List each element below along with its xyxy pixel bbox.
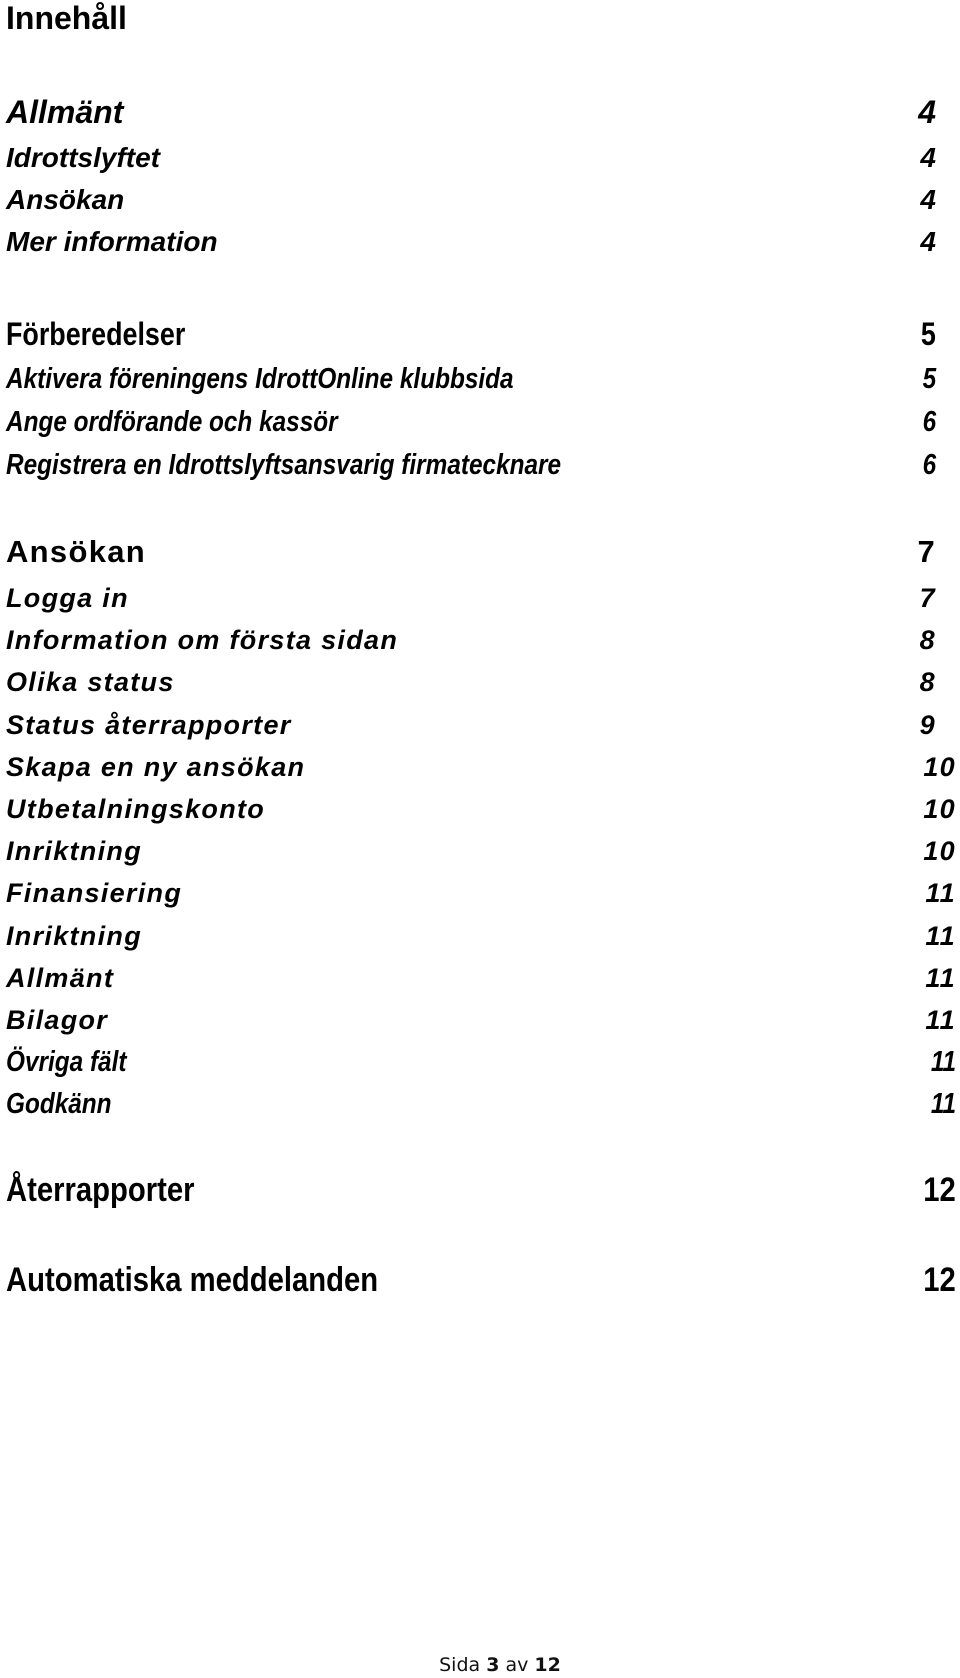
toc-label: Ansökan [6, 184, 125, 215]
toc-page-number: 9 [919, 710, 936, 740]
toc-label: Förberedelser [6, 316, 186, 352]
toc-item[interactable]: Ansökan 4 [6, 180, 958, 220]
toc-page-number: 6 [922, 449, 936, 481]
toc-label: Allmänt [6, 94, 124, 130]
toc-label: Skapa en ny ansökan [6, 752, 306, 782]
toc-page-number: 4 [920, 142, 936, 173]
toc-page-number: 10 [923, 836, 956, 866]
toc-page-number: 12 [923, 1261, 956, 1299]
toc-page-number: 4 [918, 94, 936, 130]
toc-label: Idrottslyftet [6, 142, 160, 173]
toc-label: Status återrapporter [6, 710, 292, 740]
toc-page-number: 11 [925, 1005, 956, 1035]
toc-item[interactable]: Olika status 8 [6, 662, 958, 702]
toc-page-number: 12 [923, 1171, 956, 1209]
toc-item[interactable]: Information om första sidan 8 [6, 620, 958, 660]
toc-label: Godkänn [6, 1088, 112, 1120]
toc-page-number: 11 [930, 1088, 956, 1120]
footer-current-page: 3 [486, 1654, 500, 1676]
toc-page-number: 7 [919, 583, 936, 613]
toc-page-number: 11 [925, 921, 956, 951]
toc-heading-ansokan[interactable]: Ansökan 7 [6, 532, 958, 572]
toc-page-number: 11 [925, 963, 956, 993]
toc-page-number: 5 [922, 363, 936, 395]
toc-label: Registrera en Idrottslyftsansvarig firma… [6, 449, 562, 481]
toc-label: Ange ordförande och kassör [6, 406, 338, 438]
toc-label: Allmänt [6, 963, 115, 993]
toc-item[interactable]: Bilagor 11 [6, 1000, 958, 1040]
toc-item[interactable]: Ange ordförande och kassör 6 [6, 402, 958, 442]
toc-label: Mer information [6, 226, 218, 257]
toc-item[interactable]: Finansiering 11 [6, 873, 958, 913]
toc-item[interactable]: Inriktning 11 [6, 916, 958, 956]
footer-separator: av [505, 1654, 529, 1676]
toc-label: Finansiering [6, 878, 183, 908]
footer-total-pages: 12 [534, 1654, 561, 1676]
toc-item[interactable]: Idrottslyftet 4 [6, 138, 958, 178]
toc-heading-forberedelser[interactable]: Förberedelser 5 [6, 314, 958, 354]
toc-page-number: 4 [920, 226, 936, 257]
toc-heading-automatiska-meddelanden[interactable]: Automatiska meddelanden 12 [6, 1260, 958, 1300]
toc-item[interactable]: Aktivera föreningens IdrottOnline klubbs… [6, 359, 958, 399]
toc-item[interactable]: Allmänt 11 [6, 958, 958, 998]
toc-label: Återrapporter [6, 1171, 195, 1209]
toc-page-number: 11 [925, 878, 956, 908]
toc-item[interactable]: Logga in 7 [6, 578, 958, 618]
toc-page-number: 8 [919, 625, 936, 655]
toc-label: Logga in [6, 583, 129, 613]
toc-item[interactable]: Mer information 4 [6, 222, 958, 262]
toc-label: Inriktning [6, 836, 142, 866]
toc-page-number: 11 [930, 1046, 956, 1078]
toc-label: Inriktning [6, 921, 142, 951]
toc-label: Ansökan [6, 534, 147, 569]
toc-heading-allmant[interactable]: Allmänt 4 [6, 92, 958, 132]
toc-label: Information om första sidan [6, 625, 399, 655]
toc-item[interactable]: Övriga fält 11 [6, 1042, 958, 1082]
page-footer: Sida 3 av 12 [0, 1652, 960, 1678]
toc-item[interactable]: Utbetalningskonto 10 [6, 789, 958, 829]
footer-prefix: Sida [439, 1654, 481, 1676]
toc-page-number: 8 [919, 667, 936, 697]
page-title: Innehåll [6, 0, 127, 36]
toc-label: Automatiska meddelanden [6, 1261, 379, 1299]
toc-label: Utbetalningskonto [6, 794, 266, 824]
toc-label: Bilagor [6, 1005, 109, 1035]
toc-item[interactable]: Status återrapporter 9 [6, 705, 958, 745]
toc-page-number: 5 [921, 316, 936, 352]
toc-page-number: 10 [923, 752, 956, 782]
toc-item[interactable]: Godkänn 11 [6, 1084, 958, 1124]
toc-item[interactable]: Inriktning 10 [6, 831, 958, 871]
toc-label: Övriga fält [6, 1046, 127, 1078]
toc-page-number: 10 [923, 794, 956, 824]
toc-item[interactable]: Registrera en Idrottslyftsansvarig firma… [6, 445, 958, 485]
toc-page-number: 6 [922, 406, 936, 438]
toc-heading-aterrapporter[interactable]: Återrapporter 12 [6, 1170, 958, 1210]
toc-item[interactable]: Skapa en ny ansökan 10 [6, 747, 958, 787]
toc-label: Aktivera föreningens IdrottOnline klubbs… [6, 363, 514, 395]
toc-page-number: 7 [917, 534, 936, 569]
toc-label: Olika status [6, 667, 175, 697]
toc-page-number: 4 [920, 184, 936, 215]
